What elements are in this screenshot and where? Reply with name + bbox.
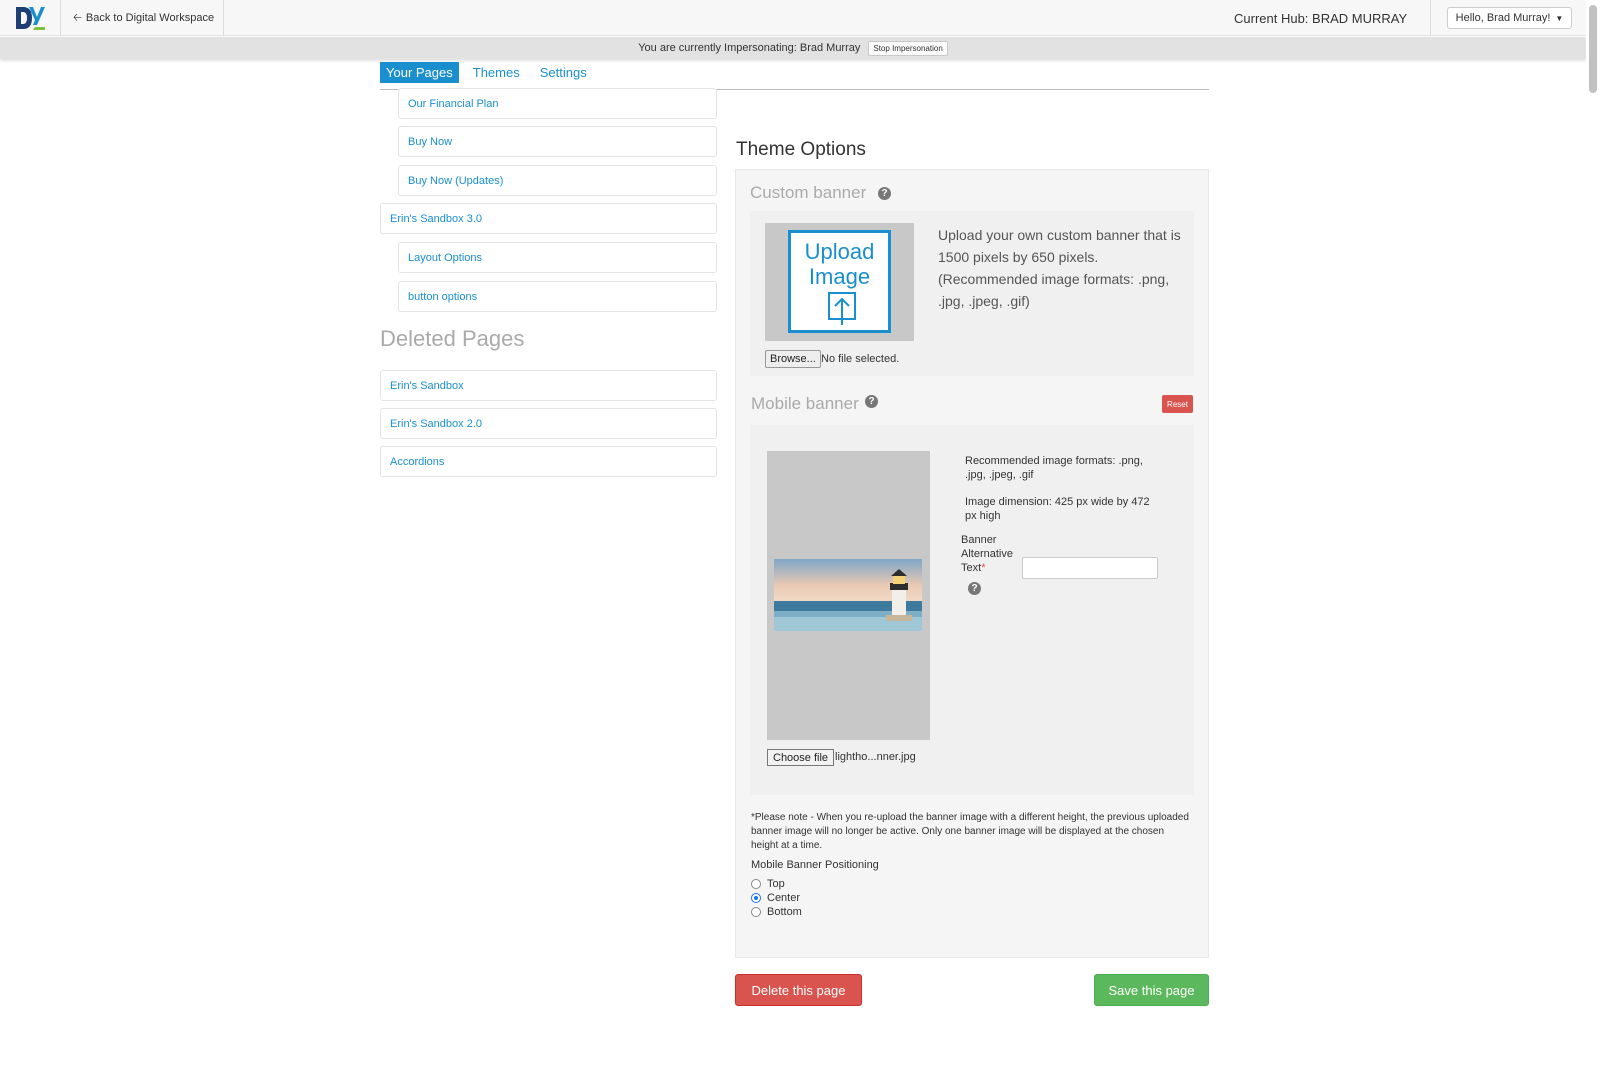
scrollbar-thumb[interactable] — [1589, 5, 1597, 93]
alt-text-input[interactable] — [1022, 557, 1158, 579]
deleted-item-accordions[interactable]: Accordions — [380, 446, 717, 477]
save-page-button[interactable]: Save this page — [1094, 974, 1209, 1006]
theme-options-heading: Theme Options — [736, 139, 866, 160]
deleted-pages-heading: Deleted Pages — [380, 326, 525, 351]
page-item-button-options[interactable]: button options — [398, 281, 717, 312]
page-item-buy-now-updates[interactable]: Buy Now (Updates) — [398, 165, 717, 196]
radio-bottom[interactable]: Bottom — [751, 906, 802, 918]
arrow-left-icon: 🡠 — [73, 11, 82, 24]
choose-file-button[interactable]: Choose file — [767, 749, 835, 766]
upload-image-placeholder[interactable]: Upload Image — [788, 230, 891, 333]
page-item-buy-now[interactable]: Buy Now — [398, 126, 717, 157]
radio-button[interactable] — [751, 907, 761, 917]
custom-banner-heading: Custom banner — [750, 183, 867, 202]
deleted-item-erins-sandbox[interactable]: Erin's Sandbox — [380, 370, 717, 401]
help-icon[interactable]: ? — [968, 582, 981, 595]
stop-impersonation-button[interactable]: Stop Impersonation — [868, 40, 948, 56]
radio-label: Bottom — [767, 906, 802, 918]
divider — [1430, 0, 1431, 36]
tab-themes[interactable]: Themes — [467, 62, 526, 83]
banner-note-text: *Please note - When you re-upload the ba… — [751, 812, 1189, 851]
impersonation-text: You are currently Impersonating: Brad Mu… — [638, 42, 861, 54]
back-link-label: Back to Digital Workspace — [85, 12, 215, 24]
help-icon[interactable]: ? — [878, 187, 891, 200]
radio-label: Center — [767, 892, 801, 904]
alt-text-label: Banner Alternative Text* — [961, 533, 1023, 575]
recommended-formats-text: Recommended image formats: .png, .jpg, .… — [965, 455, 1143, 481]
radio-label: Top — [767, 878, 785, 890]
custom-banner-description: Upload your own custom banner that is 15… — [938, 227, 1181, 309]
back-to-workspace-link[interactable]: 🡠 Back to Digital Workspace — [62, 0, 224, 36]
current-hub-label: Current Hub: BRAD MURRAY — [1234, 10, 1408, 26]
tab-settings[interactable]: Settings — [534, 62, 593, 83]
upload-icon — [828, 292, 856, 325]
logo-icon — [16, 7, 45, 30]
tab-your-pages[interactable]: Your Pages — [380, 61, 459, 83]
lighthouse-banner-image — [774, 559, 922, 631]
radio-center[interactable]: Center — [751, 892, 800, 904]
alt-text-label-text: Banner Alternative Text — [961, 534, 1013, 574]
reset-button[interactable]: Reset — [1162, 395, 1193, 413]
delete-page-button[interactable]: Delete this page — [735, 974, 862, 1006]
page-nav-tabs: Your Pages Themes Settings — [380, 61, 601, 83]
caret-down-icon: ▼ — [1555, 13, 1564, 23]
help-icon[interactable]: ? — [865, 395, 878, 408]
radio-top[interactable]: Top — [751, 878, 785, 890]
mobile-banner-heading: Mobile banner — [751, 394, 859, 413]
page-item-erins-sandbox-3[interactable]: Erin's Sandbox 3.0 — [380, 203, 717, 234]
scrollbar-track[interactable] — [1586, 0, 1600, 1069]
browse-button[interactable]: Browse... — [765, 350, 821, 368]
chosen-file-name: lightho...nner.jpg — [835, 751, 916, 763]
dy-logo[interactable] — [0, 0, 61, 36]
image-dimension-text: Image dimension: 425 px wide by 472 px h… — [965, 496, 1150, 522]
upload-image-text: Upload Image — [804, 239, 875, 289]
top-bar: 🡠 Back to Digital Workspace Current Hub:… — [0, 0, 1586, 36]
user-menu-label: Hello, Brad Murray! — [1455, 12, 1551, 24]
deleted-item-erins-sandbox-2[interactable]: Erin's Sandbox 2.0 — [380, 408, 717, 439]
user-menu-dropdown[interactable]: Hello, Brad Murray! ▼ — [1447, 7, 1572, 29]
page-item-our-financial-plan[interactable]: Our Financial Plan — [398, 88, 717, 119]
page-item-layout-options[interactable]: Layout Options — [398, 242, 717, 273]
radio-button[interactable] — [751, 893, 761, 903]
impersonation-bar: You are currently Impersonating: Brad Mu… — [0, 37, 1586, 59]
required-marker: * — [981, 562, 986, 574]
radio-button[interactable] — [751, 879, 761, 889]
positioning-label: Mobile Banner Positioning — [751, 859, 879, 871]
no-file-selected-text: No file selected. — [821, 353, 900, 365]
